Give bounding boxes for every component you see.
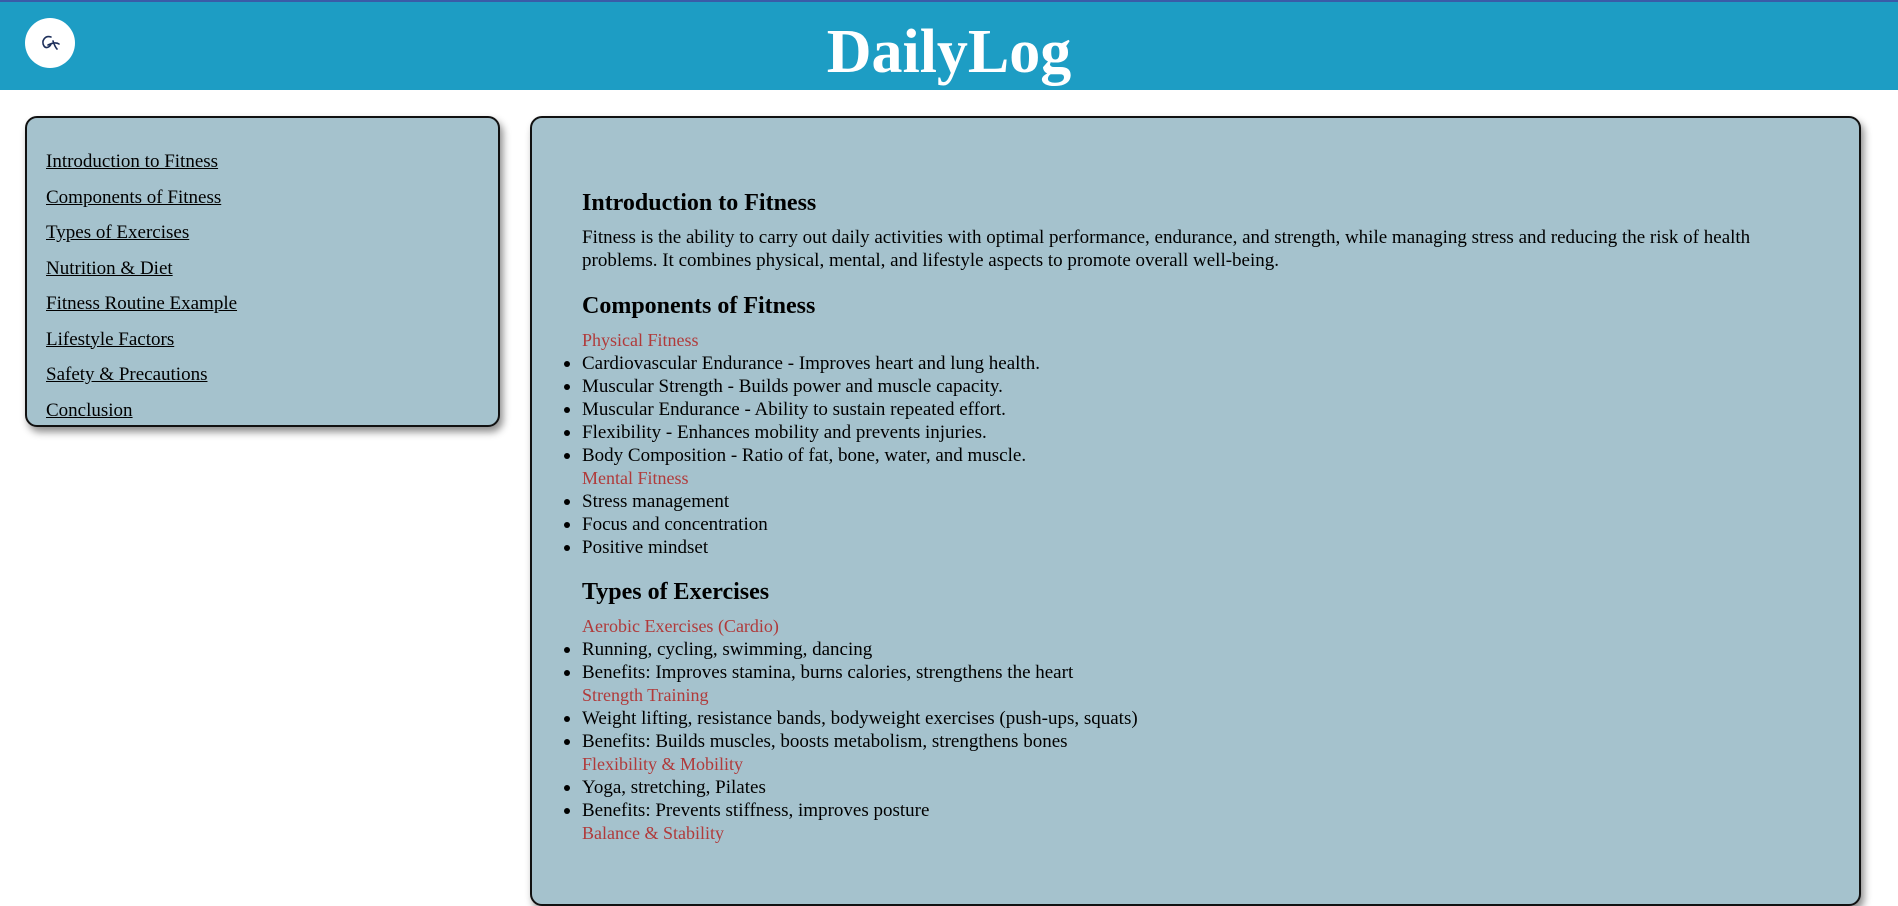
list-item: Benefits: Builds muscles, boosts metabol… — [564, 730, 1819, 753]
subheading-aerobic: Aerobic Exercises (Cardio) — [582, 616, 779, 636]
list-item: Positive mindset — [564, 536, 1819, 559]
subheading-physical-fitness: Physical Fitness — [582, 330, 699, 350]
subheading-strength-training: Strength Training — [582, 685, 709, 705]
list-physical-fitness: Cardiovascular Endurance - Improves hear… — [564, 352, 1819, 467]
section-paragraph: Fitness is the ability to carry out dail… — [582, 227, 1751, 271]
site-title: DailyLog — [826, 18, 1072, 86]
subheading-flexibility: Flexibility & Mobility — [582, 754, 744, 774]
list-item: Flexibility - Enhances mobility and prev… — [564, 421, 1819, 444]
list-mental-fitness: Stress management Focus and concentratio… — [564, 490, 1819, 559]
sidebar-item-introduction[interactable]: Introduction to Fitness — [46, 144, 498, 180]
list-item: Benefits: Improves stamina, burns calori… — [564, 661, 1819, 684]
sidebar-item-routine-example[interactable]: Fitness Routine Example — [46, 286, 498, 322]
list-item: Muscular Endurance - Ability to sustain … — [564, 398, 1819, 421]
sidebar-nav: Introduction to Fitness Components of Fi… — [25, 116, 500, 427]
list-item: Yoga, stretching, Pilates — [564, 776, 1819, 799]
main-content: Introduction to Fitness Fitness is the a… — [530, 116, 1861, 906]
list-flexibility: Yoga, stretching, Pilates Benefits: Prev… — [564, 776, 1819, 822]
list-item: Benefits: Prevents stiffness, improves p… — [564, 799, 1819, 822]
site-header: DailyLog — [0, 0, 1898, 90]
subheading-mental-fitness: Mental Fitness — [582, 468, 689, 488]
section-title: Introduction to Fitness — [582, 190, 817, 216]
list-item: Weight lifting, resistance bands, bodywe… — [564, 707, 1819, 730]
list-item: Focus and concentration — [564, 513, 1819, 536]
section-types-of-exercises: Types of Exercises Aerobic Exercises (Ca… — [564, 578, 1819, 845]
sidebar-item-components[interactable]: Components of Fitness — [46, 180, 498, 216]
list-item: Running, cycling, swimming, dancing — [564, 638, 1819, 661]
section-components: Components of Fitness Physical Fitness C… — [564, 292, 1819, 559]
sidebar-item-conclusion[interactable]: Conclusion — [46, 393, 498, 429]
sidebar-item-lifestyle[interactable]: Lifestyle Factors — [46, 322, 498, 358]
section-title: Types of Exercises — [582, 579, 770, 605]
list-aerobic: Running, cycling, swimming, dancing Bene… — [564, 638, 1819, 684]
list-item: Muscular Strength - Builds power and mus… — [564, 375, 1819, 398]
section-title: Components of Fitness — [582, 293, 816, 319]
section-introduction: Introduction to Fitness Fitness is the a… — [582, 189, 1819, 272]
sidebar-item-safety[interactable]: Safety & Precautions — [46, 357, 498, 393]
list-item: Body Composition - Ratio of fat, bone, w… — [564, 444, 1819, 467]
list-item: Stress management — [564, 490, 1819, 513]
sidebar-item-types-of-exercises[interactable]: Types of Exercises — [46, 215, 498, 251]
list-item: Cardiovascular Endurance - Improves hear… — [564, 352, 1819, 375]
list-strength-training: Weight lifting, resistance bands, bodywe… — [564, 707, 1819, 753]
subheading-balance: Balance & Stability — [582, 823, 724, 843]
sidebar-item-nutrition[interactable]: Nutrition & Diet — [46, 251, 498, 287]
